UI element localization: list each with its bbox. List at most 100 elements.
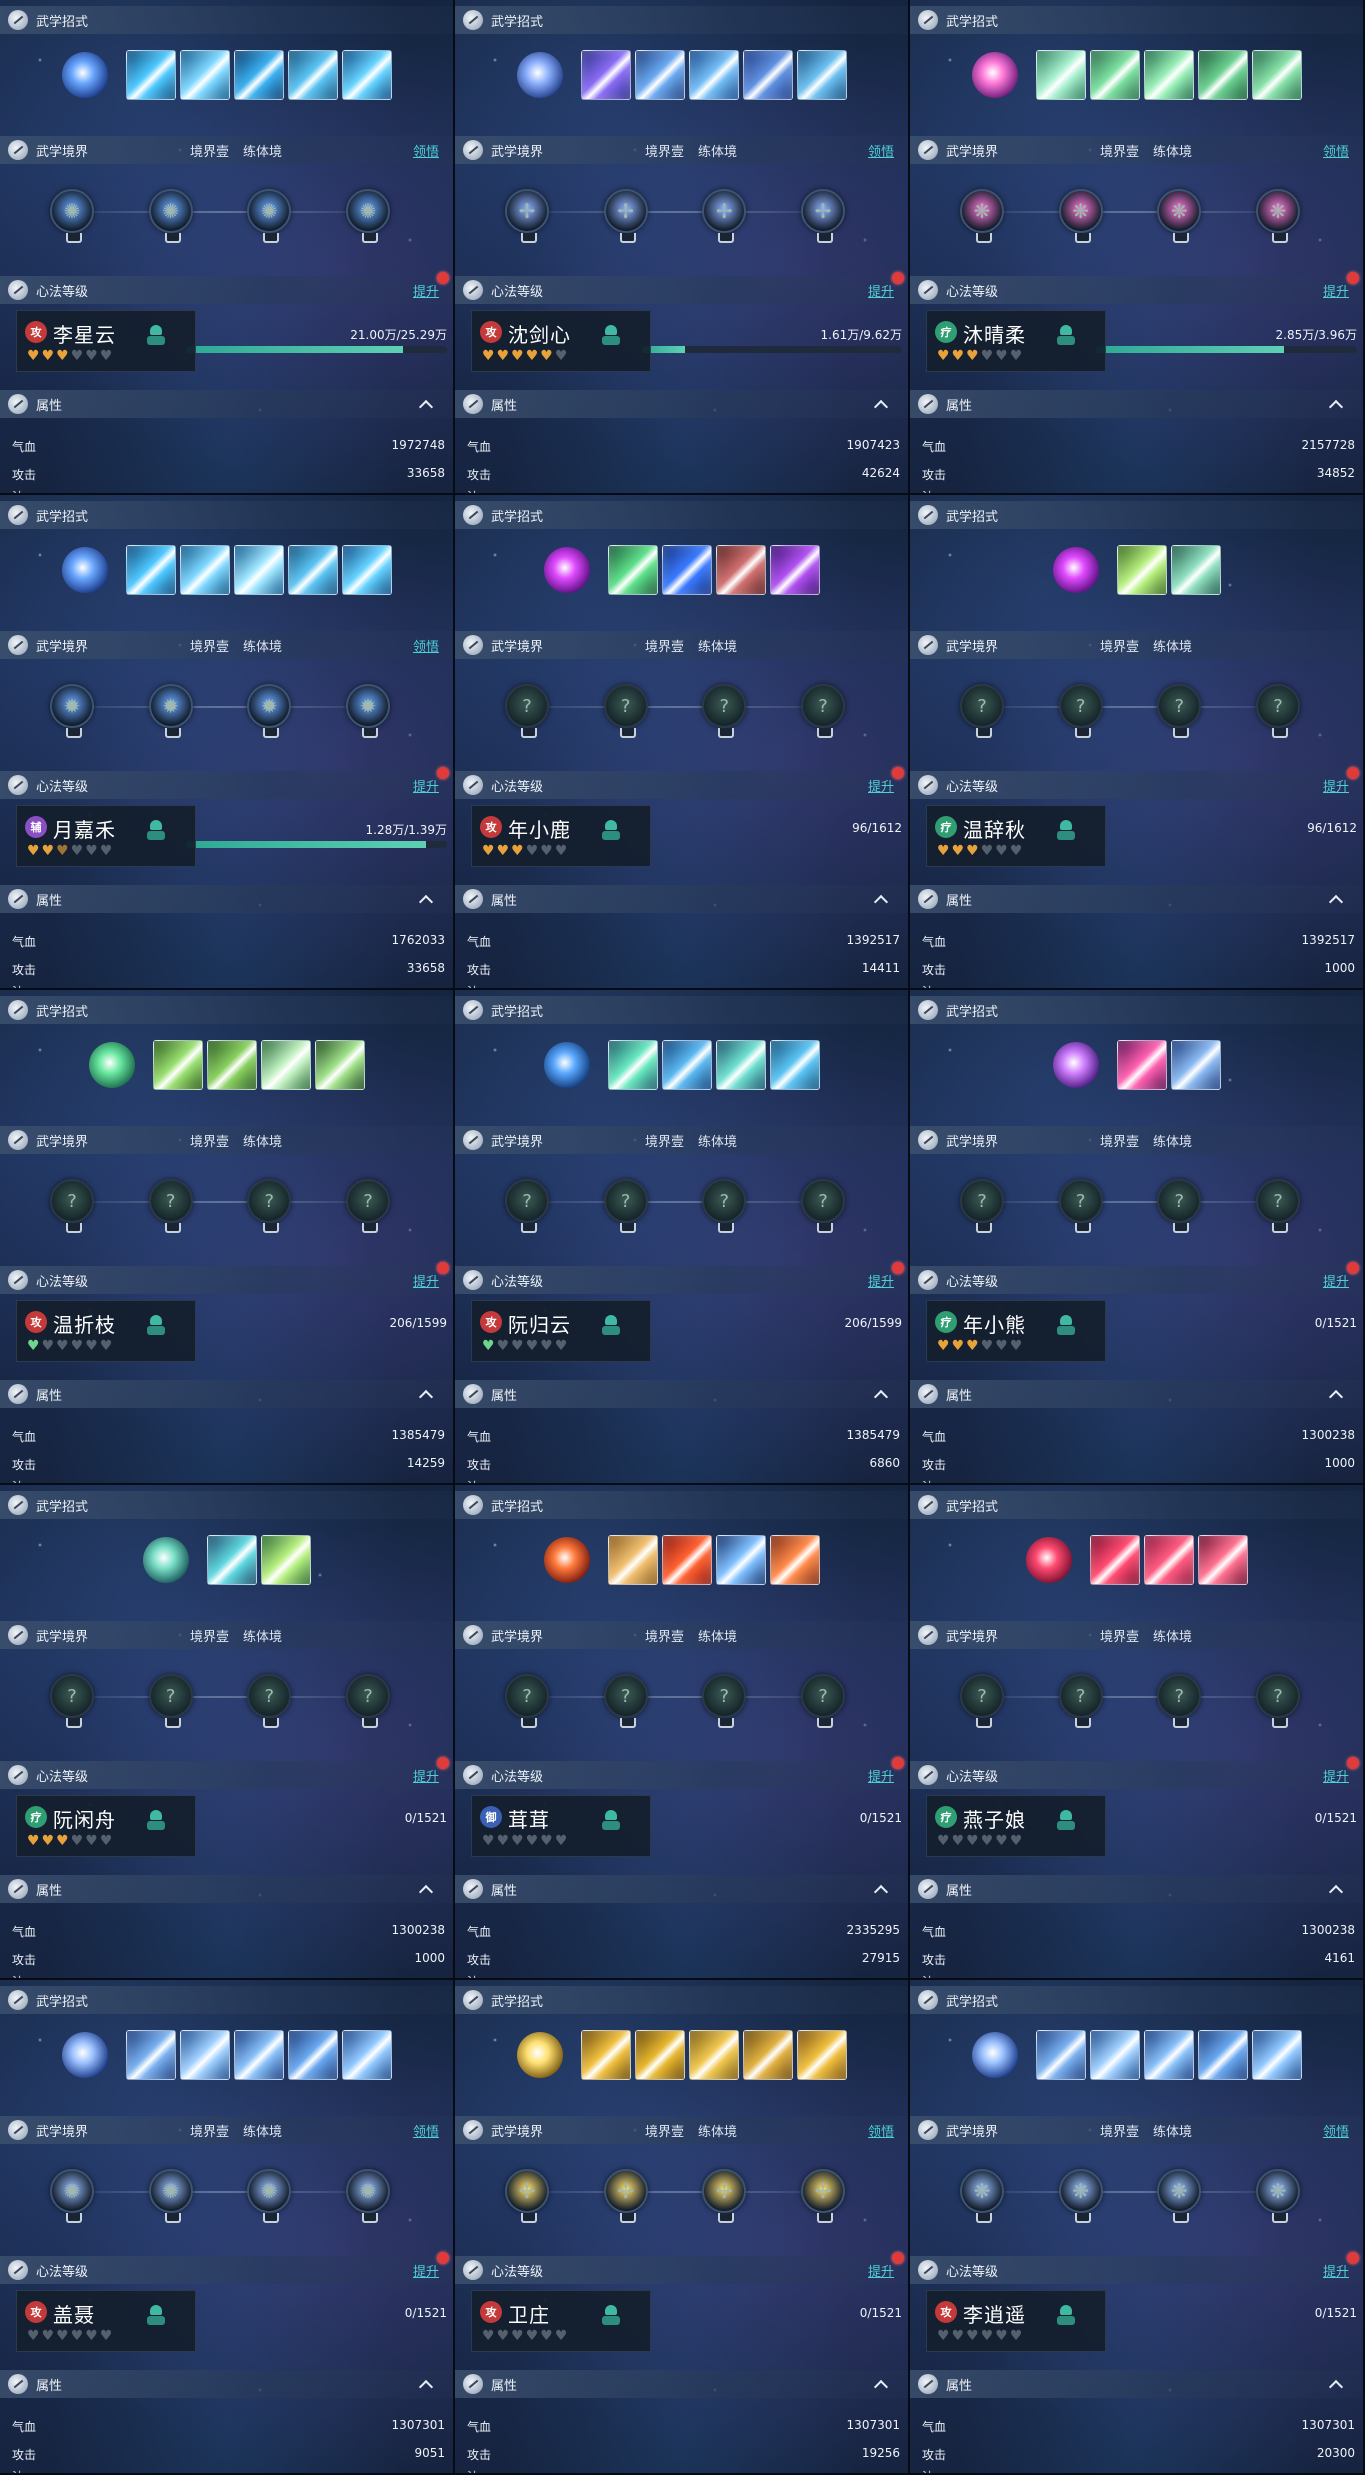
skill-icon[interactable] [1197,2030,1248,2080]
collapse-chevron-icon[interactable] [1329,892,1343,906]
tab-realm-stage[interactable]: 境界壹 [190,1131,229,1150]
skill-icon[interactable] [1143,2030,1194,2080]
tab-body-training[interactable]: 练体境 [243,1626,282,1645]
skill-icon[interactable] [607,1535,658,1585]
collapse-chevron-icon[interactable] [1329,2377,1343,2391]
skill-icon[interactable] [260,1040,311,1090]
skill-icon[interactable] [769,545,820,595]
upgrade-link[interactable]: 提升 [868,776,894,795]
realm-orb[interactable]: ✺ [345,189,390,243]
collapse-chevron-icon[interactable] [419,892,433,906]
upgrade-link[interactable]: 提升 [413,776,439,795]
skill-icon[interactable] [260,1535,311,1585]
upgrade-link[interactable]: 提升 [1323,2261,1349,2280]
skill-icon[interactable] [1089,2030,1140,2080]
character-name-card[interactable]: 疗燕子娘 ♥ ♥ ♥ ♥ ♥ ♥ [926,1795,1106,1857]
realm-orb[interactable]: ? [1058,684,1103,738]
upgrade-link[interactable]: 提升 [1323,776,1349,795]
realm-orb[interactable]: ? [247,1179,292,1233]
skill-icon[interactable] [796,2030,847,2080]
realm-orb[interactable]: ❋ [1255,2169,1300,2223]
tab-realm-stage[interactable]: 境界壹 [645,141,684,160]
skill-icon[interactable] [233,2030,284,2080]
skill-icon[interactable] [1170,1040,1221,1090]
skill-icon[interactable] [661,545,712,595]
collapse-chevron-icon[interactable] [874,397,888,411]
collapse-chevron-icon[interactable] [419,1882,433,1896]
skill-icon[interactable] [125,50,176,100]
realm-orb[interactable]: ? [50,1674,94,1728]
skill-icon[interactable] [125,2030,176,2080]
skill-icon[interactable] [688,50,739,100]
realm-orb[interactable]: ✺ [50,2169,94,2223]
realm-orb[interactable]: ? [603,1179,648,1233]
realm-orb[interactable]: ✢ [505,189,549,243]
main-skill-icon[interactable] [543,1537,590,1583]
skill-icon[interactable] [580,50,631,100]
tab-body-training[interactable]: 练体境 [698,1626,737,1645]
main-skill-icon[interactable] [61,547,108,593]
realm-orb[interactable]: ? [960,684,1004,738]
skill-icon[interactable] [1089,50,1140,100]
character-name-card[interactable]: 疗沐晴柔 ♥ ♥ ♥ ♥ ♥ ♥ [926,310,1106,372]
skill-icon[interactable] [341,545,392,595]
realm-orb[interactable]: ? [1157,684,1202,738]
realm-orb[interactable]: ✹ [50,684,94,738]
character-name-card[interactable]: 御茸茸 ♥ ♥ ♥ ♥ ♥ ♥ [471,1795,651,1857]
skill-icon[interactable] [287,545,338,595]
main-skill-icon[interactable] [1052,547,1099,593]
main-skill-icon[interactable] [88,1042,135,1088]
realm-orb[interactable]: ❋ [1058,2169,1103,2223]
tab-body-training[interactable]: 练体境 [243,141,282,160]
realm-orb[interactable]: ? [1255,1674,1300,1728]
collapse-chevron-icon[interactable] [874,2377,888,2391]
skill-icon[interactable] [742,50,793,100]
skill-icon[interactable] [634,2030,685,2080]
upgrade-link[interactable]: 提升 [1323,1271,1349,1290]
skill-icon[interactable] [1116,1040,1167,1090]
tab-body-training[interactable]: 练体境 [1153,1131,1192,1150]
tab-realm-stage[interactable]: 境界壹 [190,636,229,655]
realm-orb[interactable]: ? [1058,1179,1103,1233]
realm-orb[interactable]: ? [148,1179,193,1233]
skill-icon[interactable] [1251,2030,1302,2080]
character-name-card[interactable]: 辅月嘉禾 ♥ ♥ ♥ ♥ ♥ ♥ [16,805,196,867]
realm-orb[interactable]: ✹ [247,684,292,738]
main-skill-icon[interactable] [543,1042,590,1088]
tab-body-training[interactable]: 练体境 [698,2121,737,2140]
realm-orb[interactable]: ? [345,1179,390,1233]
skill-icon[interactable] [152,1040,203,1090]
skill-icon[interactable] [287,50,338,100]
skill-icon[interactable] [1089,1535,1140,1585]
skill-icon[interactable] [1251,50,1302,100]
tab-realm-stage[interactable]: 境界壹 [645,1626,684,1645]
realm-orb[interactable]: ? [1255,684,1300,738]
skill-icon[interactable] [341,50,392,100]
tab-realm-stage[interactable]: 境界壹 [1100,636,1139,655]
realm-orb[interactable]: ✢ [603,2169,648,2223]
main-skill-icon[interactable] [1052,1042,1099,1088]
main-skill-icon[interactable] [1025,1537,1072,1583]
tab-realm-stage[interactable]: 境界壹 [645,1131,684,1150]
tab-realm-stage[interactable]: 境界壹 [190,141,229,160]
realm-orb[interactable]: ❋ [1157,2169,1202,2223]
collapse-chevron-icon[interactable] [874,1387,888,1401]
skill-icon[interactable] [1197,1535,1248,1585]
tab-body-training[interactable]: 练体境 [1153,2121,1192,2140]
upgrade-link[interactable]: 提升 [1323,281,1349,300]
realm-orb[interactable]: ? [345,1674,390,1728]
upgrade-link[interactable]: 提升 [868,2261,894,2280]
tab-realm-stage[interactable]: 境界壹 [1100,141,1139,160]
collapse-chevron-icon[interactable] [419,2377,433,2391]
realm-orb[interactable]: ? [1157,1179,1202,1233]
realm-orb[interactable]: ? [960,1674,1004,1728]
skill-icon[interactable] [634,50,685,100]
realm-orb[interactable]: ❋ [960,2169,1004,2223]
main-skill-icon[interactable] [516,2032,563,2078]
tab-body-training[interactable]: 练体境 [1153,1626,1192,1645]
realm-orb[interactable]: ? [505,1674,549,1728]
tab-body-training[interactable]: 练体境 [698,636,737,655]
skill-icon[interactable] [233,50,284,100]
realm-orb[interactable]: ✢ [800,2169,845,2223]
skill-icon[interactable] [769,1535,820,1585]
